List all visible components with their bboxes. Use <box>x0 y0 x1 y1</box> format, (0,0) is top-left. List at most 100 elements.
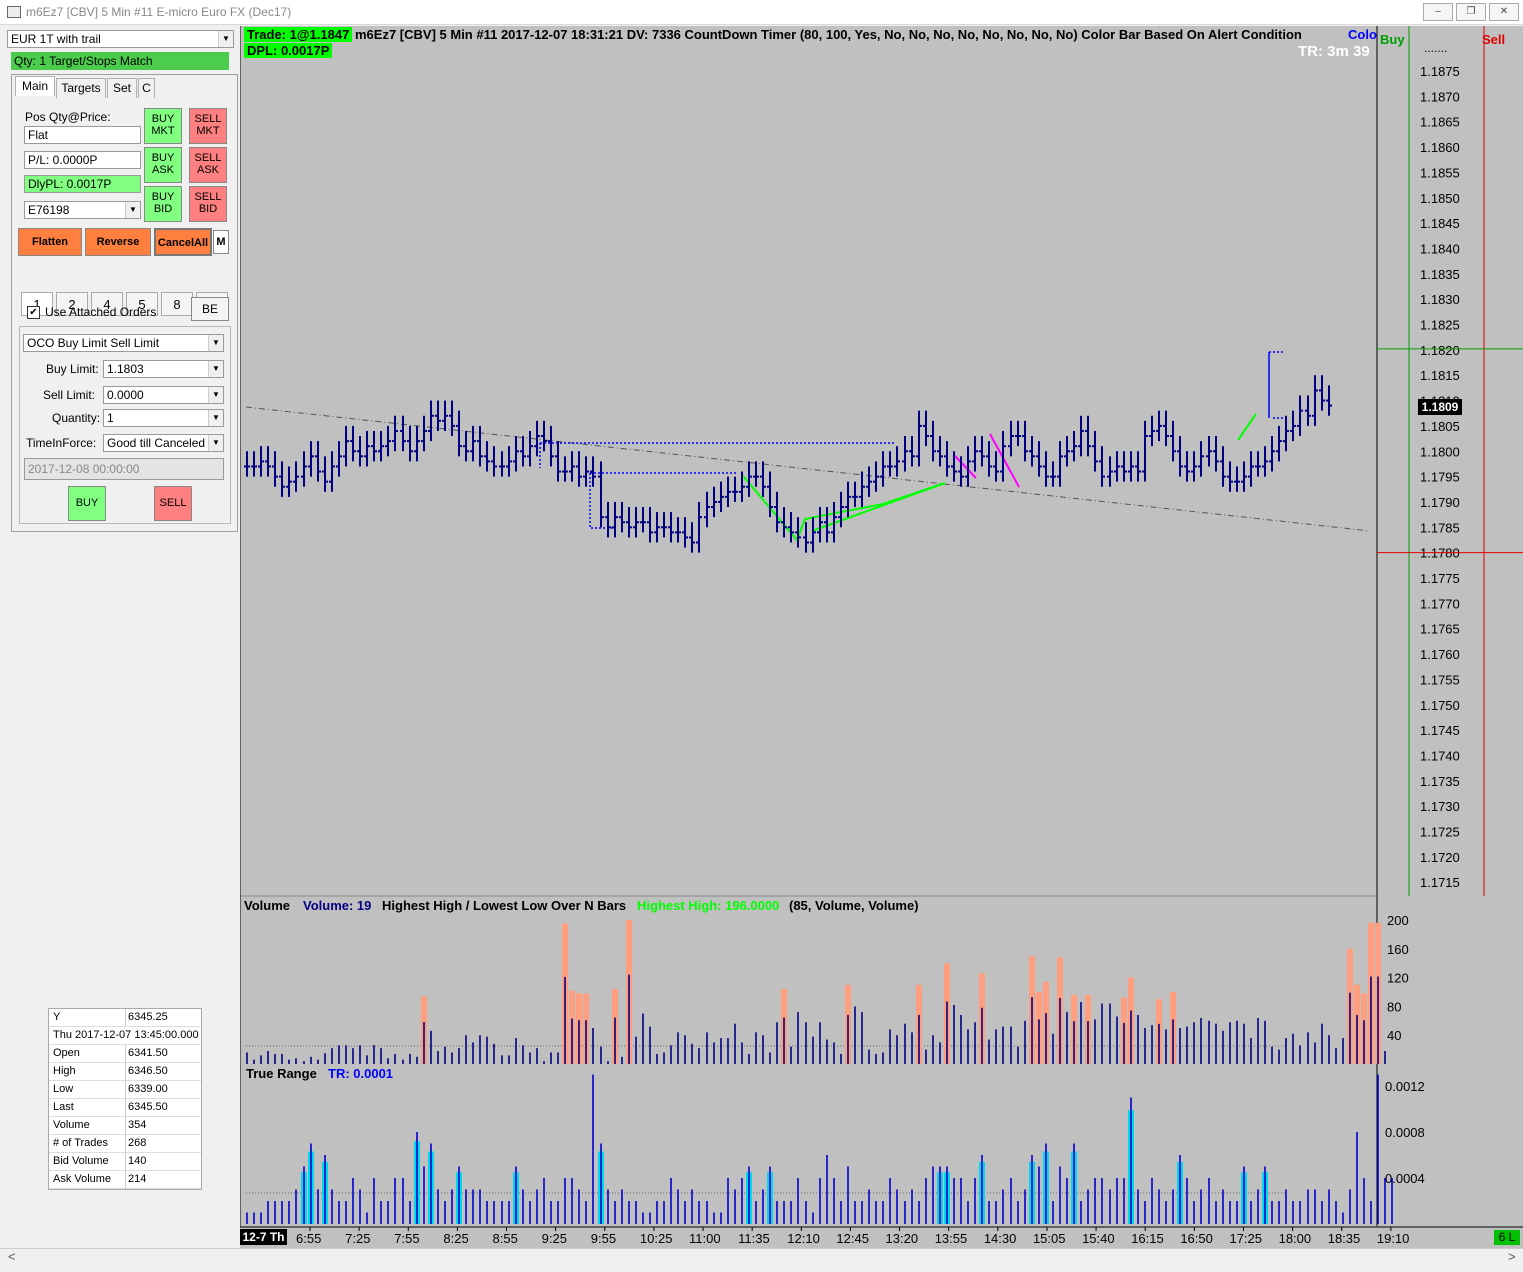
sell-ask-line1: SELL <box>194 152 222 164</box>
data-date: Thu 2017-12-07 13:45:00.000 <box>53 1029 199 1041</box>
chart-header-truncated: Colo <box>1348 27 1377 42</box>
data-value: 140 <box>128 1155 147 1167</box>
time-axis-label: 11:00 <box>689 1231 721 1246</box>
buy-button[interactable]: BUY <box>68 486 106 521</box>
sell-limit-label: Sell Limit: <box>43 388 96 402</box>
hhll-params: (85, Volume, Volume) <box>789 898 919 913</box>
data-row-symbol: Y 6345.25 <box>49 1009 201 1027</box>
use-attached-label: Use Attached Orders <box>45 305 157 319</box>
account-select[interactable]: E76198 ▼ <box>24 201 141 219</box>
m-button[interactable]: M <box>213 230 229 254</box>
data-key: High <box>53 1065 76 1077</box>
buy-limit-input[interactable]: 1.1803 ▼ <box>103 360 224 378</box>
sell-limit-input[interactable]: 0.0000 ▼ <box>103 386 224 404</box>
tab-set[interactable]: Set <box>107 78 137 98</box>
time-axis-label: 10:25 <box>640 1231 673 1246</box>
volume-axis-label: 160 <box>1387 942 1409 957</box>
sell-bid-button[interactable]: SELL BID <box>189 186 227 222</box>
sell-column-label: Sell <box>1482 32 1506 47</box>
time-axis-label: 11:35 <box>738 1231 770 1246</box>
cancel-all-button[interactable]: CancelAll <box>154 228 212 256</box>
scroll-right-icon[interactable]: > <box>1508 1249 1516 1264</box>
buy-bid-line2: BID <box>153 203 173 215</box>
data-divider <box>125 1081 126 1098</box>
quantity-input[interactable]: 1 ▼ <box>103 409 224 427</box>
buy-ask-button[interactable]: BUY ASK <box>144 147 182 183</box>
price-axis-label: 1.1720 <box>1420 850 1460 865</box>
price-axis-label: 1.1865 <box>1420 115 1460 130</box>
flatten-button[interactable]: Flatten <box>18 228 82 256</box>
sell-ask-button[interactable]: SELL ASK <box>189 147 227 183</box>
daily-pl-field: DlyPL: 0.0017P <box>24 175 141 193</box>
strategy-select-value: EUR 1T with trail <box>11 32 101 46</box>
corner-label: 6 L <box>1494 1230 1520 1245</box>
countdown-timer: TR: 3m 39 <box>1298 43 1370 60</box>
pl-field: P/L: 0.0000P <box>24 151 141 169</box>
sell-market-button[interactable]: SELL MKT <box>189 108 227 144</box>
tif-select[interactable]: Good till Canceled ▼ <box>103 434 224 452</box>
price-axis-label: 1.1800 <box>1420 444 1460 459</box>
highest-high-value: Highest High: 196.0000 <box>637 898 780 913</box>
order-type-select[interactable]: OCO Buy Limit Sell Limit ▼ <box>23 334 224 352</box>
data-key: Y <box>53 1011 61 1023</box>
daily-pl-label: DPL: 0.0017P <box>244 43 333 58</box>
time-axis-label: 6:55 <box>296 1231 321 1246</box>
chevron-down-icon: ▼ <box>208 387 223 403</box>
breakeven-button[interactable]: BE <box>191 297 229 321</box>
window-titlebar: m6Ez7 [CBV] 5 Min #11 E-micro Euro FX (D… <box>0 0 1523 25</box>
price-axis-label: 1.1755 <box>1420 672 1460 687</box>
tif-label: TimeInForce: <box>26 436 97 450</box>
true-range-axis-label: 0.0008 <box>1385 1125 1425 1140</box>
tab-targets[interactable]: Targets <box>56 78 106 98</box>
maximize-button[interactable]: ❐ <box>1456 3 1486 21</box>
minimize-button[interactable]: – <box>1423 3 1453 21</box>
time-axis-label: 13:20 <box>886 1231 919 1246</box>
time-axis-label: 15:40 <box>1082 1231 1115 1246</box>
chevron-down-icon: ▼ <box>125 202 140 218</box>
data-value: 6345.25 <box>128 1011 168 1023</box>
position-field: Flat <box>24 126 141 144</box>
data-value: 354 <box>128 1119 147 1131</box>
sell-limit-value: 0.0000 <box>107 388 144 402</box>
strategy-select[interactable]: EUR 1T with trail ▼ <box>7 30 234 48</box>
price-axis-label: 1.1750 <box>1420 698 1460 713</box>
data-divider <box>125 1135 126 1152</box>
time-axis-label: 16:15 <box>1131 1231 1164 1246</box>
buy-bid-button[interactable]: BUY BID <box>144 186 182 222</box>
chevron-down-icon: ▼ <box>218 31 233 47</box>
scroll-left-icon[interactable]: < <box>8 1249 16 1264</box>
use-attached-checkbox[interactable]: ✔ <box>27 306 40 319</box>
tab-c[interactable]: C <box>138 78 155 98</box>
time-axis-label: 14:30 <box>984 1231 1017 1246</box>
data-divider <box>125 1171 126 1188</box>
price-axis-label: 1.1815 <box>1420 368 1460 383</box>
reverse-button[interactable]: Reverse <box>85 228 151 256</box>
chart-canvas[interactable]: 1.1875 1.1870 1.1865 1.1860 1.1855 1.1850 1.18… <box>240 26 1523 1248</box>
horizontal-scrollbar[interactable]: < > <box>0 1248 1523 1265</box>
qty-button-8[interactable]: 8 <box>161 292 193 316</box>
sell-bid-line2: BID <box>198 203 218 215</box>
price-axis-label: 1.1760 <box>1420 647 1460 662</box>
tab-main[interactable]: Main <box>15 76 55 96</box>
pattern-line-magenta-2 <box>989 433 1020 488</box>
buy-ask-line2: ASK <box>151 164 174 176</box>
time-axis-label: 13:55 <box>935 1231 968 1246</box>
data-value: 6345.50 <box>128 1101 168 1113</box>
close-button[interactable]: ✕ <box>1489 3 1519 21</box>
pattern-line-green-2 <box>811 482 946 532</box>
time-axis-label: 12:45 <box>836 1231 869 1246</box>
chart-header: m6Ez7 [CBV] 5 Min #11 2017-12-07 18:31:2… <box>355 27 1302 42</box>
price-chart[interactable]: 1.1875 1.1870 1.1865 1.1860 1.1855 1.1850 1.18… <box>240 26 1523 1248</box>
price-axis-label: 1.1745 <box>1420 723 1460 738</box>
buy-market-button[interactable]: BUY MKT <box>144 108 182 144</box>
app-icon <box>7 6 21 18</box>
data-key: Ask Volume <box>53 1173 112 1185</box>
target-status-bar: Qty: 1 Target/Stops Match <box>11 52 229 70</box>
time-axis-label: 15:05 <box>1033 1231 1066 1246</box>
sell-button[interactable]: SELL <box>154 486 192 521</box>
price-axis-label: 1.1845 <box>1420 216 1460 231</box>
expiry-date-field[interactable]: 2017-12-08 00:00:00 <box>24 458 224 480</box>
price-axis-label: 1.1740 <box>1420 748 1460 763</box>
sell-ask-line2: ASK <box>196 164 219 176</box>
time-axis-label: 9:25 <box>542 1231 567 1246</box>
